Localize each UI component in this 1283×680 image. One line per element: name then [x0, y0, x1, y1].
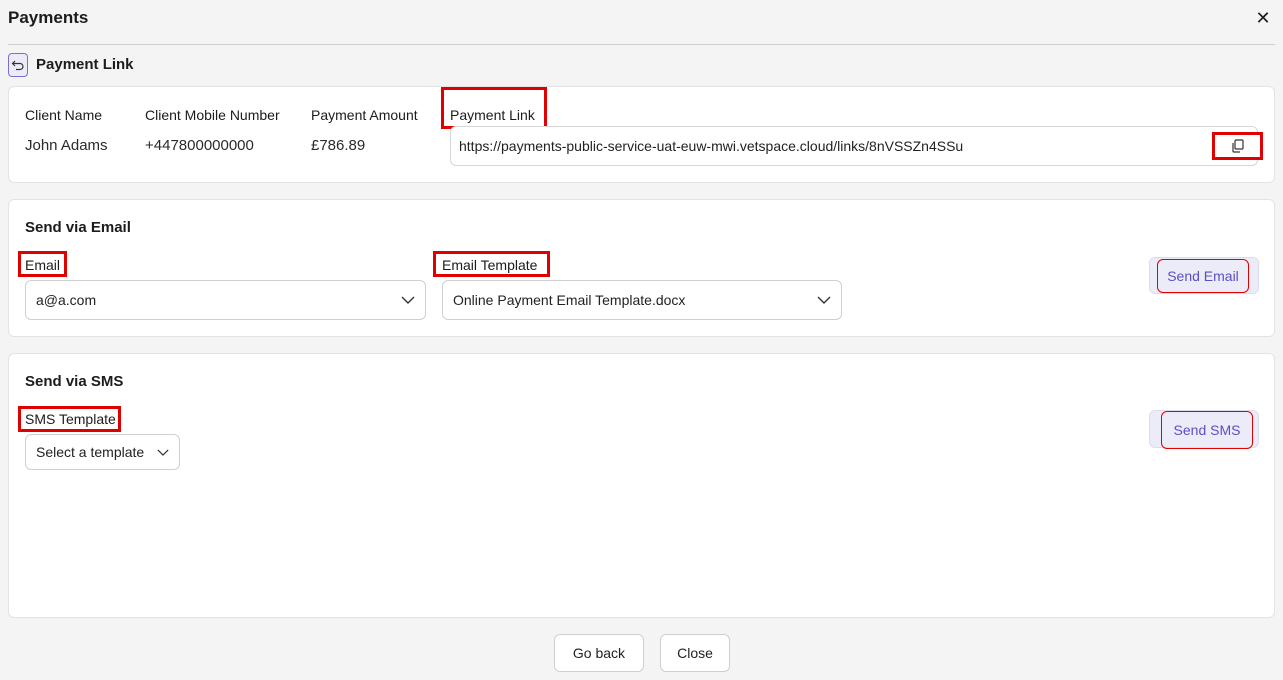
sms-template-placeholder: Select a template	[36, 444, 145, 460]
client-mobile-value: +447800000000	[145, 137, 254, 154]
dialog-title: Payments	[8, 8, 89, 27]
email-section-title: Send via Email	[25, 219, 131, 236]
sms-template-select[interactable]: Select a template	[25, 434, 180, 470]
go-back-button[interactable]: Go back	[554, 634, 644, 672]
send-email-button[interactable]: Send Email	[1157, 259, 1249, 293]
sms-section-title: Send via SMS	[25, 373, 124, 390]
copy-icon	[1231, 139, 1244, 153]
close-icon[interactable]: ✕	[1253, 8, 1273, 28]
email-label: Email	[25, 257, 61, 273]
chevron-down-icon	[401, 296, 415, 304]
client-name-value: John Adams	[25, 137, 108, 154]
email-template-label: Email Template	[442, 257, 538, 273]
email-template-value: Online Payment Email Template.docx	[453, 292, 686, 308]
send-sms-button[interactable]: Send SMS	[1161, 411, 1253, 449]
sms-template-label: SMS Template	[25, 411, 116, 427]
payment-link-value[interactable]: https://payments-public-service-uat-euw-…	[459, 138, 963, 154]
sms-card	[8, 353, 1275, 618]
payment-link-label: Payment Link	[450, 107, 535, 123]
email-select[interactable]: a@a.com	[25, 280, 426, 320]
email-select-value: a@a.com	[36, 292, 97, 308]
payment-amount-label: Payment Amount	[311, 107, 418, 123]
payment-amount-value: £786.89	[311, 137, 366, 154]
chevron-down-icon	[157, 449, 169, 456]
back-arrow-icon	[11, 60, 24, 71]
client-name-label: Client Name	[25, 107, 103, 123]
email-template-select[interactable]: Online Payment Email Template.docx	[442, 280, 842, 320]
client-mobile-label: Client Mobile Number	[145, 107, 280, 123]
copy-link-button[interactable]	[1212, 132, 1263, 160]
close-button[interactable]: Close	[660, 634, 730, 672]
header-divider	[8, 44, 1275, 45]
page-title: Payment Link	[36, 56, 134, 73]
back-button[interactable]	[8, 53, 28, 77]
chevron-down-icon	[817, 296, 831, 304]
